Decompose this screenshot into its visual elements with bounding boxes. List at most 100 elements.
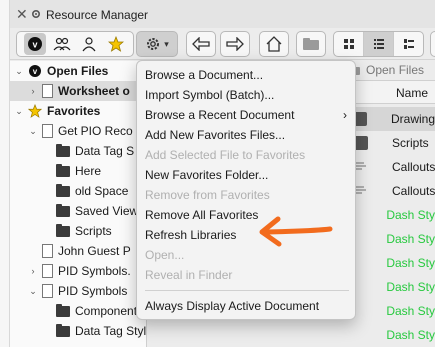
tree-label: John Guest P [58,244,131,258]
file-row[interactable]: Scripts [347,131,435,155]
menu-item-add-favorites-files[interactable]: Add New Favorites Files... [137,125,357,145]
dash-style-icon [354,328,362,342]
user-filter-button[interactable] [78,33,100,55]
file-label: Dash Sty [386,208,435,222]
tree-item-folder[interactable]: Saved View [10,201,146,221]
file-label: Scripts [392,136,429,150]
tree-item-folder[interactable]: old Space [10,181,146,201]
menu-item-new-favorites-folder[interactable]: New Favorites Folder... [137,165,357,185]
preview-toggle-button[interactable] [430,31,435,57]
library-button[interactable] [296,31,326,57]
view-mode-segment [333,31,424,57]
users-filter-button[interactable] [51,33,73,55]
tree-label: Components [75,304,144,318]
file-label: Callouts [392,184,435,198]
resource-tree: ⌄ v Open Files › Worksheet o ⌄ Favorites… [10,61,146,347]
tree-item-john-guest[interactable]: John Guest P [10,241,146,261]
list-view-button[interactable] [364,32,394,56]
chevron-right-icon[interactable]: › [28,86,38,96]
menu-item-add-selected-favorites: Add Selected File to Favorites [145,148,306,162]
grid-view-button[interactable] [334,32,364,56]
doc-icon [42,124,53,138]
tree-label: PID Symbols. [58,264,131,278]
detail-view-button[interactable] [394,32,423,56]
tree-item-worksheet[interactable]: › Worksheet o [10,81,146,101]
list-view-icon [373,39,384,49]
tree-label: old Space [75,184,129,198]
tree-item-folder[interactable]: Data Tag Styles [10,321,146,341]
chevron-down-icon[interactable]: ⌄ [28,126,38,137]
file-row[interactable]: Callouts [347,155,435,179]
file-row[interactable]: Dash Sty [347,251,435,275]
user-icon [82,37,95,52]
folder-icon [56,183,70,197]
tree-section-open-files[interactable]: ⌄ v Open Files [10,61,146,81]
file-row[interactable]: Dash Sty [347,299,435,323]
menu-item-browse-recent[interactable]: Browse a Recent Document › [137,105,357,125]
file-row[interactable]: Drawing [347,107,435,131]
arrow-right-icon [226,37,244,51]
chevron-down-icon[interactable]: ⌄ [14,106,24,117]
menu-item-remove-from-favorites: Remove from Favorites [145,188,270,202]
file-row[interactable]: Dash Sty [347,323,435,347]
tree-item-pid-symbols[interactable]: › PID Symbols. [10,261,146,281]
tree-label: PID Symbols [58,284,128,298]
file-label: Dash Sty [386,280,435,294]
tree-label: Saved View [75,204,139,218]
file-row[interactable]: Dash Sty [347,275,435,299]
chevron-down-icon[interactable]: ⌄ [14,66,24,77]
title-bar: ✕ Resource Manager [10,0,435,28]
back-button[interactable] [186,31,216,57]
tree-label: Data Tag S [75,144,135,158]
tree-label: Worksheet o [58,84,130,98]
tree-item-folder[interactable]: Here [10,161,146,181]
open-files-filter-button[interactable]: v [23,33,46,55]
breadcrumb-label: Open Files [366,63,425,77]
tree-item-pid-symbols-2[interactable]: ⌄ PID Symbols [10,281,146,301]
gear-dropdown-menu: Browse a Document... Import Symbol (Batc… [136,60,356,320]
gear-menu-button[interactable]: ▾ [136,31,178,57]
tree-item-get-pio[interactable]: ⌄ Get PIO Reco [10,121,146,141]
menu-item-always-display-active[interactable]: Always Display Active Document [137,296,357,316]
file-row[interactable]: Dash Sty [347,227,435,251]
tree-item-folder[interactable]: Scripts [10,221,146,241]
chevron-right-icon[interactable]: › [28,266,38,276]
close-icon[interactable]: ✕ [16,6,28,23]
forward-button[interactable] [220,31,250,57]
home-icon [266,36,282,52]
gear-icon [147,38,160,50]
column-header-name[interactable]: Name [347,80,435,104]
favorites-filter-button[interactable] [105,33,127,55]
folder-icon [56,163,70,177]
file-label: Dash Sty [386,232,435,246]
gear-small-icon[interactable] [31,9,41,19]
toolbar: v ▾ [10,28,435,60]
chevron-down-icon[interactable]: ⌄ [28,286,38,297]
tree-item-folder[interactable]: Data Tag S [10,141,146,161]
file-row[interactable]: Callouts [347,179,435,203]
menu-separator [145,290,349,291]
tree-label: Favorites [47,104,101,118]
vectorworks-logo-icon: v [29,65,41,77]
arrow-left-icon [192,37,210,51]
svg-text:v: v [32,40,37,50]
home-button[interactable] [259,31,289,57]
menu-item-browse-document[interactable]: Browse a Document... [137,65,357,85]
folder-icon [56,303,70,317]
file-row[interactable]: Dash Sty [347,203,435,227]
users-icon [53,37,70,51]
folder-icon [56,223,70,237]
doc-icon [42,244,53,258]
window-title: Resource Manager [46,8,149,22]
file-label: Drawing [390,112,435,126]
grid-view-icon [343,39,354,49]
library-filter-segment: v [16,31,134,57]
file-label: Callouts [392,160,435,174]
tree-label: Data Tag Styles [75,324,146,338]
star-icon [107,36,124,52]
menu-item-import-symbol[interactable]: Import Symbol (Batch)... [137,85,357,105]
doc-icon [42,264,53,278]
breadcrumb[interactable]: Open Files [347,61,435,79]
tree-section-favorites[interactable]: ⌄ Favorites [10,101,146,121]
tree-item-folder[interactable]: Components [10,301,146,321]
